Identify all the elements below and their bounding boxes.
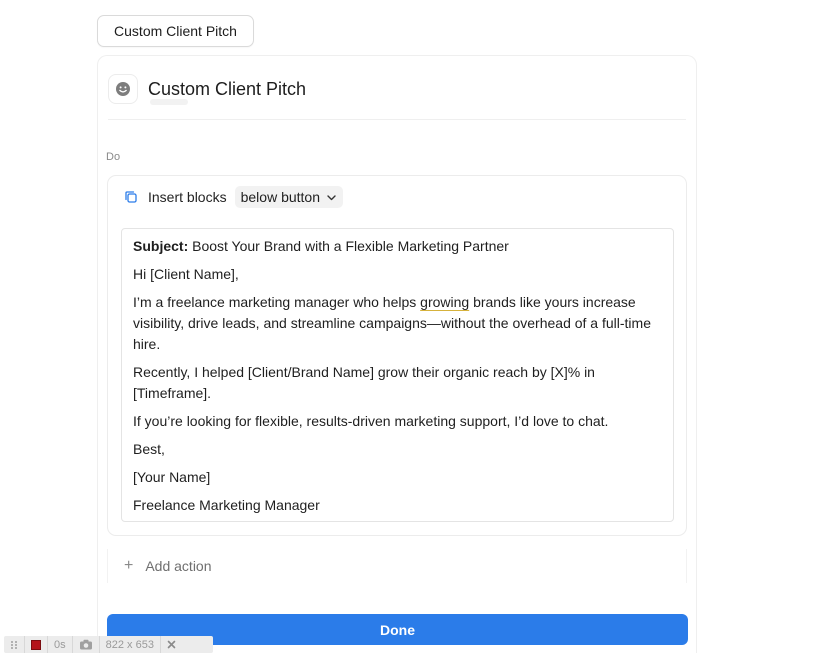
copy-blocks-icon bbox=[124, 190, 138, 204]
page-title[interactable]: Custom Client Pitch bbox=[148, 79, 306, 100]
drag-handle-icon bbox=[11, 640, 17, 649]
section-label-do: Do bbox=[106, 151, 121, 163]
chevron-down-icon bbox=[326, 192, 337, 203]
stop-recording-button[interactable] bbox=[25, 636, 48, 653]
custom-client-pitch-button[interactable]: Custom Client Pitch bbox=[97, 15, 254, 47]
subject-label: Subject: bbox=[133, 238, 189, 254]
spellcheck-word[interactable]: growing bbox=[420, 294, 469, 310]
screenshot-button[interactable] bbox=[73, 636, 100, 653]
plus-icon: + bbox=[124, 557, 134, 574]
email-subject-line: Subject: Boost Your Brand with a Flexibl… bbox=[133, 236, 662, 257]
insert-blocks-action: Insert blocks below button Subject: Boos… bbox=[107, 175, 687, 536]
smiley-icon[interactable] bbox=[108, 74, 138, 104]
email-greeting: Hi [Client Name], bbox=[133, 266, 239, 282]
email-signoff: Best, bbox=[133, 441, 165, 457]
email-name: [Your Name] bbox=[133, 469, 211, 485]
camera-icon bbox=[79, 639, 92, 650]
email-paragraph-result: Recently, I helped [Client/Brand Name] g… bbox=[133, 364, 595, 401]
description-placeholder[interactable] bbox=[150, 99, 188, 105]
intro-text-start: I’m a freelance marketing manager who he… bbox=[133, 294, 421, 310]
insert-blocks-label: Insert blocks bbox=[148, 189, 227, 205]
panel-header: Custom Client Pitch bbox=[108, 72, 686, 120]
stop-icon bbox=[31, 639, 41, 650]
email-paragraph-intro: I’m a freelance marketing manager who he… bbox=[133, 292, 662, 355]
action-header: Insert blocks below button bbox=[124, 186, 343, 208]
close-recorder-button[interactable] bbox=[161, 636, 182, 653]
position-select-value: below button bbox=[240, 189, 320, 205]
email-text-editor[interactable]: Subject: Boost Your Brand with a Flexibl… bbox=[121, 228, 674, 522]
email-role: Freelance Marketing Manager bbox=[133, 497, 320, 513]
recording-timer: 0s bbox=[48, 636, 73, 653]
add-action-button[interactable]: + Add action bbox=[107, 549, 687, 583]
email-paragraph-cta: If you’re looking for flexible, results-… bbox=[133, 413, 609, 429]
position-select[interactable]: below button bbox=[234, 186, 343, 208]
subject-text: Boost Your Brand with a Flexible Marketi… bbox=[188, 238, 509, 254]
recorder-toolbar: 0s 822 x 653 bbox=[4, 636, 213, 653]
close-icon bbox=[167, 640, 176, 649]
drag-handle[interactable] bbox=[4, 636, 25, 653]
capture-size: 822 x 653 bbox=[100, 636, 161, 653]
add-action-label: Add action bbox=[145, 558, 212, 574]
